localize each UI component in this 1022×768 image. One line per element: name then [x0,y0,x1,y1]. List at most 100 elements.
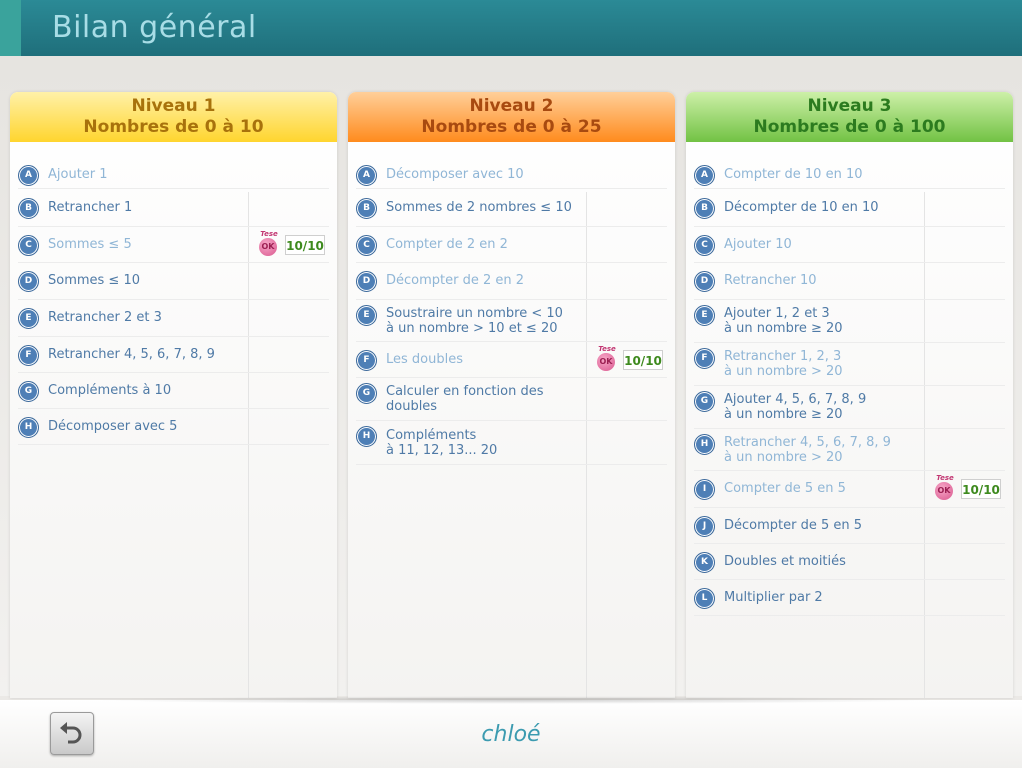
skill-label: Ajouter 1 [48,167,108,182]
skill-label: Décompter de 10 en 10 [724,199,879,215]
level-panel-3: Niveau 3 Nombres de 0 à 100 A Compter de 10… [686,92,1013,698]
skill-item[interactable]: K Doubles et moitiés [694,544,1005,580]
test-ok-top-text: Tese [598,344,616,353]
score-box: 10/10 [285,234,325,255]
skill-item[interactable]: H Compléments à 11, 12, 13... 20 [356,421,667,465]
skill-label: Multiplier par 2 [724,589,823,605]
level-header: Niveau 1 Nombres de 0 à 10 [10,92,337,142]
skill-label: Décomposer avec 5 [48,418,178,434]
footer-shadow [90,696,940,704]
skill-letter-badge: G [694,391,715,412]
skill-letter-badge: F [356,349,377,371]
page-title: Bilan général [52,10,257,45]
skill-item[interactable]: A Décomposer avec 10 [356,162,667,189]
test-ok-top-text: Tese [936,474,954,482]
skill-item[interactable]: H Retrancher 4, 5, 6, 7, 8, 9 à un nombre… [694,429,1005,471]
skill-item[interactable]: D Sommes ≤ 10 [18,263,329,300]
skill-letter-badge: B [18,197,39,219]
skill-item[interactable]: B Sommes de 2 nombres ≤ 10 [356,189,667,227]
skill-label: Retrancher 4, 5, 6, 7, 8, 9 à un nombre … [724,434,891,465]
skill-item[interactable]: D Retrancher 10 [694,263,1005,300]
skill-item[interactable]: J Décompter de 5 en 5 [694,508,1005,544]
skill-item[interactable]: C Compter de 2 en 2 [356,227,667,263]
skill-item[interactable]: A Compter de 10 en 10 [694,162,1005,189]
skill-letter-badge: K [694,551,715,573]
skill-letter-badge: A [694,165,715,186]
skill-label: Compter de 2 en 2 [386,236,508,252]
skill-label: Retrancher 1, 2, 3 à un nombre > 20 [724,349,843,379]
skill-label: Ajouter 1, 2 et 3 à un nombre ≥ 20 [724,306,843,336]
skill-item[interactable]: L Multiplier par 2 [694,580,1005,616]
level-panel-1: Niveau 1 Nombres de 0 à 10 A Ajouter 1 B Retr… [10,92,337,698]
skill-item[interactable]: C Sommes ≤ 5 Tese OK 10/10 [18,227,329,263]
skill-label: Sommes ≤ 10 [48,273,141,288]
skill-letter-badge: I [694,479,715,500]
skill-letter-badge: E [356,305,377,326]
skill-letter-badge: C [356,234,377,256]
test-ok-top-text: Tese [260,229,278,238]
skill-label: Les doubles [386,351,463,367]
test-ok-icon: Tese OK [258,230,280,256]
skill-letter-badge: C [694,234,715,256]
skill-label: Compter de 5 en 5 [724,481,846,496]
test-ok-circle: OK [259,237,277,256]
skill-item[interactable]: C Ajouter 10 [694,227,1005,263]
skill-letter-badge: B [694,197,715,219]
skill-item[interactable]: G Compléments à 10 [18,373,329,409]
skill-label: Ajouter 10 [724,236,792,252]
level-subtitle: Nombres de 0 à 25 [421,117,602,137]
skill-item[interactable]: B Retrancher 1 [18,189,329,227]
skill-letter-badge: C [18,234,39,256]
skill-label: Compléments à 11, 12, 13... 20 [386,427,498,458]
level-subtitle: Nombres de 0 à 100 [753,117,946,137]
skill-letter-badge: B [356,197,377,219]
skill-letter-badge: F [694,348,715,369]
skill-letter-badge: A [18,165,39,186]
skill-label: Ajouter 4, 5, 6, 7, 8, 9 à un nombre ≥ 2… [724,392,867,422]
level-header: Niveau 3 Nombres de 0 à 100 [686,92,1013,142]
skill-item[interactable]: F Les doubles Tese OK 10/10 [356,342,667,378]
skill-item[interactable]: D Décompter de 2 en 2 [356,263,667,300]
skill-label: Retrancher 10 [724,273,817,288]
skill-label: Retrancher 1 [48,199,133,215]
skill-letter-badge: L [694,587,715,609]
skill-letter-badge: H [356,426,377,447]
skill-item[interactable]: H Décomposer avec 5 [18,409,329,445]
skill-item[interactable]: F Retrancher 4, 5, 6, 7, 8, 9 [18,337,329,373]
score-box: 10/10 [623,349,663,370]
skill-label: Compléments à 10 [48,382,172,398]
skill-item[interactable]: F Retrancher 1, 2, 3 à un nombre > 20 [694,343,1005,386]
skill-label: Calculer en fonction des doubles [386,384,544,414]
skill-item[interactable]: E Ajouter 1, 2 et 3 à un nombre ≥ 20 [694,300,1005,343]
level-title: Niveau 2 [469,96,554,116]
skill-item[interactable]: B Décompter de 10 en 10 [694,189,1005,227]
skill-letter-badge: E [18,308,39,329]
skill-letter-badge: D [694,271,715,292]
undo-arrow-icon [60,722,82,744]
skill-letter-badge: D [18,271,39,292]
skill-label: Retrancher 2 et 3 [48,310,162,325]
skill-letter-badge: F [18,344,39,366]
level-title: Niveau 1 [131,96,216,116]
level-header: Niveau 2 Nombres de 0 à 25 [348,92,675,142]
skill-letter-badge: A [356,165,377,186]
skill-item[interactable]: G Ajouter 4, 5, 6, 7, 8, 9 à un nombre ≥ … [694,386,1005,429]
top-bar-accent [0,0,21,56]
user-name: chloé [481,722,541,747]
skill-item[interactable]: G Calculer en fonction des doubles [356,378,667,421]
skill-label: Décompter de 2 en 2 [386,273,525,288]
skill-item[interactable]: E Retrancher 2 et 3 [18,300,329,337]
skill-label: Soustraire un nombre < 10 à un nombre > … [386,305,563,336]
score-box: 10/10 [961,479,1001,499]
level-title: Niveau 3 [807,96,892,116]
skill-label: Sommes de 2 nombres ≤ 10 [386,199,572,215]
skill-item[interactable]: E Soustraire un nombre < 10 à un nombre >… [356,300,667,342]
skill-letter-badge: G [18,380,39,402]
skill-label: Retrancher 4, 5, 6, 7, 8, 9 [48,346,215,362]
back-button[interactable] [50,712,94,755]
skill-item[interactable]: I Compter de 5 en 5 Tese OK 10/10 [694,471,1005,508]
skill-label: Décompter de 5 en 5 [724,517,863,533]
skill-item[interactable]: A Ajouter 1 [18,162,329,189]
level-subtitle: Nombres de 0 à 10 [83,117,264,137]
skill-label: Sommes ≤ 5 [48,236,132,252]
